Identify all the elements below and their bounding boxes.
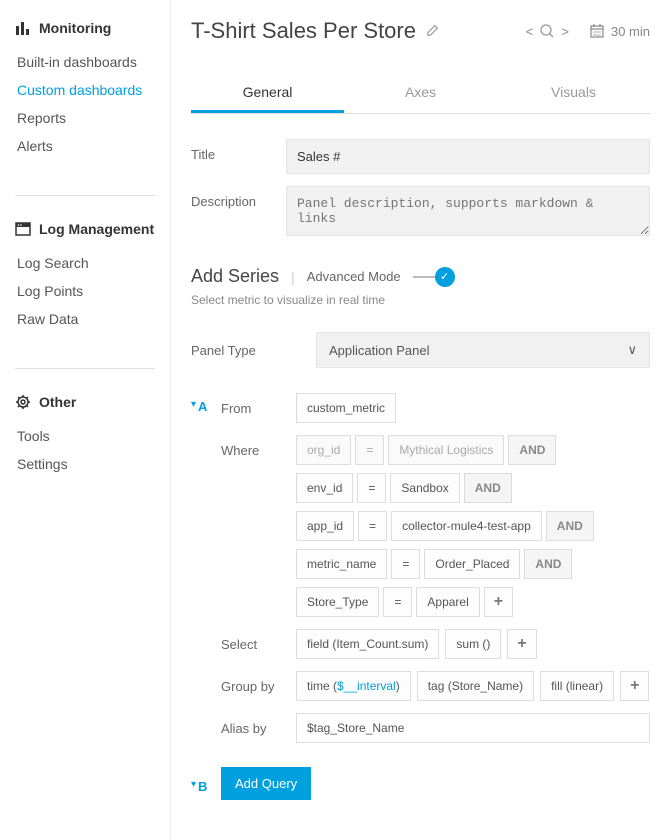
where-field-chip[interactable]: Store_Type — [296, 587, 379, 617]
select-field-chip[interactable]: field (Item_Count.sum) — [296, 629, 439, 659]
sidebar-item-builtin-dashboards[interactable]: Built-in dashboards — [15, 48, 155, 76]
select-agg-chip[interactable]: sum () — [445, 629, 501, 659]
add-series-subtext: Select metric to visualize in real time — [191, 293, 650, 307]
edit-title-icon[interactable] — [426, 23, 440, 40]
where-op-chip[interactable]: = — [383, 587, 412, 617]
panel-type-select[interactable]: Application Panel ∨ — [316, 332, 650, 368]
where-value-chip[interactable]: Sandbox — [390, 473, 459, 503]
caret-down-icon: ▾ — [191, 399, 196, 410]
where-add-chip[interactable]: + — [484, 587, 513, 617]
sidebar-item-alerts[interactable]: Alerts — [15, 132, 155, 160]
where-value-chip[interactable]: Order_Placed — [424, 549, 520, 579]
where-conj-chip[interactable]: AND — [546, 511, 594, 541]
description-textarea[interactable] — [286, 186, 650, 236]
where-value-chip[interactable]: collector-mule4-test-app — [391, 511, 542, 541]
where-conj-chip[interactable]: AND — [464, 473, 512, 503]
where-field-chip[interactable]: app_id — [296, 511, 354, 541]
where-op-chip[interactable]: = — [391, 549, 420, 579]
time-next-icon[interactable]: > — [561, 24, 569, 39]
title-input[interactable] — [286, 139, 650, 174]
gear-icon — [15, 394, 31, 410]
advanced-mode-label: Advanced Mode — [307, 269, 401, 284]
calendar-icon[interactable] — [589, 23, 605, 39]
panel-type-label: Panel Type — [191, 343, 286, 358]
groupby-fill-chip[interactable]: fill (linear) — [540, 671, 614, 701]
groupby-add-chip[interactable]: + — [620, 671, 649, 701]
title-label: Title — [191, 139, 266, 162]
alias-label: Alias by — [221, 713, 296, 736]
groupby-tag-chip[interactable]: tag (Store_Name) — [417, 671, 534, 701]
page-title: T-Shirt Sales Per Store — [191, 18, 416, 44]
time-prev-icon[interactable]: < — [526, 24, 534, 39]
sidebar-section-log-management: Log Management — [15, 221, 155, 237]
select-add-chip[interactable]: + — [507, 629, 536, 659]
where-conj-chip[interactable]: AND — [508, 435, 556, 465]
zoom-icon[interactable] — [539, 23, 555, 39]
sidebar-section-other: Other — [15, 394, 155, 410]
from-label: From — [221, 393, 296, 416]
groupby-time-chip[interactable]: time ($__interval) — [296, 671, 411, 701]
sidebar-item-custom-dashboards[interactable]: Custom dashboards — [15, 76, 155, 104]
where-field-chip[interactable]: metric_name — [296, 549, 387, 579]
caret-down-icon: ▾ — [191, 779, 196, 790]
where-op-chip[interactable]: = — [357, 473, 386, 503]
query-a-toggle[interactable]: ▾ A — [191, 393, 209, 755]
where-label: Where — [221, 435, 296, 458]
sidebar-item-settings[interactable]: Settings — [15, 450, 155, 478]
tab-visuals[interactable]: Visuals — [497, 74, 650, 113]
where-conj-chip[interactable]: AND — [524, 549, 572, 579]
sidebar-item-log-search[interactable]: Log Search — [15, 249, 155, 277]
where-field-chip[interactable]: env_id — [296, 473, 353, 503]
where-value-chip[interactable]: Apparel — [416, 587, 479, 617]
sidebar-section-monitoring: Monitoring — [15, 20, 155, 36]
groupby-label: Group by — [221, 671, 296, 694]
chevron-down-icon: ∨ — [627, 342, 637, 358]
sidebar-item-log-points[interactable]: Log Points — [15, 277, 155, 305]
add-query-button[interactable]: Add Query — [221, 767, 311, 800]
from-chip[interactable]: custom_metric — [296, 393, 396, 423]
advanced-mode-toggle[interactable]: ✓ — [413, 267, 455, 287]
select-label: Select — [221, 629, 296, 652]
tab-general[interactable]: General — [191, 74, 344, 113]
where-value-chip[interactable]: Mythical Logistics — [388, 435, 504, 465]
where-op-chip[interactable]: = — [355, 435, 384, 465]
check-icon: ✓ — [435, 267, 455, 287]
sidebar-item-raw-data[interactable]: Raw Data — [15, 305, 155, 333]
description-label: Description — [191, 186, 266, 209]
query-b-toggle[interactable]: ▾ B — [191, 773, 209, 794]
sidebar: Monitoring Built-in dashboards Custom da… — [0, 0, 170, 840]
sidebar-item-tools[interactable]: Tools — [15, 422, 155, 450]
where-op-chip[interactable]: = — [358, 511, 387, 541]
add-series-heading: Add Series — [191, 266, 279, 287]
main-content: T-Shirt Sales Per Store < > 30 min Gener… — [170, 0, 670, 840]
tabs: General Axes Visuals — [191, 74, 650, 114]
alias-input[interactable] — [296, 713, 650, 743]
log-icon — [15, 221, 31, 237]
tab-axes[interactable]: Axes — [344, 74, 497, 113]
time-range-label[interactable]: 30 min — [611, 24, 650, 39]
bar-chart-icon — [15, 20, 31, 36]
sidebar-item-reports[interactable]: Reports — [15, 104, 155, 132]
where-field-chip[interactable]: org_id — [296, 435, 351, 465]
